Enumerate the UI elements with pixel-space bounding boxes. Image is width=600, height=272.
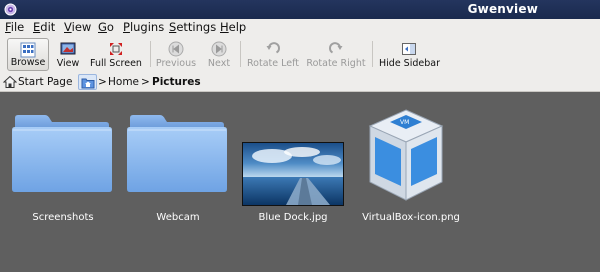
main-toolbar: Browse View Full Screen Previous Next Ro… <box>0 36 600 73</box>
window-title: Gwenview <box>467 2 538 16</box>
menu-help[interactable]: Help <box>220 20 246 34</box>
menu-go[interactable]: Go <box>98 20 114 34</box>
previous-button[interactable]: Previous <box>154 38 198 71</box>
menubar: File Edit View Go Plugins Settings Help <box>0 19 600 36</box>
full-screen-button[interactable]: Full Screen <box>88 38 144 71</box>
view-image-icon <box>60 42 76 55</box>
blue-dock-image <box>242 142 344 206</box>
breadcrumb-current[interactable]: Pictures <box>152 76 201 88</box>
breadcrumb-home[interactable]: Home <box>108 76 139 88</box>
rotate-right-icon <box>329 42 343 54</box>
start-page-link[interactable]: Start Page <box>18 76 72 88</box>
next-icon <box>211 41 227 57</box>
toolbar-separator <box>150 41 151 67</box>
thumbnail-caption: VirtualBox-icon.png <box>362 212 460 223</box>
folder-icon <box>127 115 227 192</box>
places-button[interactable] <box>78 74 97 90</box>
home-folder-icon <box>81 78 95 89</box>
thumbnail-caption: Webcam <box>156 212 200 223</box>
toolbar-separator <box>240 41 241 67</box>
rotate-left-button[interactable]: Rotate Left <box>245 38 301 71</box>
menu-settings[interactable]: Settings <box>169 20 216 34</box>
virtualbox-icon: VM <box>368 109 444 201</box>
menu-view[interactable]: View <box>64 20 91 34</box>
toolbar-separator <box>372 41 373 67</box>
home-icon <box>3 75 17 88</box>
full-screen-icon <box>110 43 122 55</box>
next-button[interactable]: Next <box>204 38 234 71</box>
browse-button[interactable]: Browse <box>7 38 49 71</box>
rotate-right-button[interactable]: Rotate Right <box>306 38 366 71</box>
thumbnail-item[interactable]: Screenshots <box>8 114 118 234</box>
menu-edit[interactable]: Edit <box>33 20 55 34</box>
menu-plugins[interactable]: Plugins <box>123 20 164 34</box>
thumbnail-view[interactable]: Screenshots Webcam Blue Dock.jpg VM Virt… <box>0 92 600 272</box>
window-titlebar[interactable]: Gwenview <box>0 0 600 19</box>
breadcrumb-separator: > <box>98 76 107 88</box>
thumbnail-item[interactable]: Webcam <box>123 114 233 234</box>
hide-sidebar-button[interactable]: Hide Sidebar <box>379 38 440 71</box>
rotate-left-icon <box>266 42 280 54</box>
thumbnail-caption: Screenshots <box>32 212 94 223</box>
thumbnail-item[interactable]: Blue Dock.jpg <box>238 114 348 234</box>
folder-icon <box>12 115 112 192</box>
thumbnail-item[interactable]: VM VirtualBox-icon.png <box>356 108 466 228</box>
browse-icon <box>20 42 36 58</box>
breadcrumb-separator: > <box>141 76 150 88</box>
hide-sidebar-icon <box>402 43 416 55</box>
previous-icon <box>168 41 184 57</box>
gwenview-app-icon[interactable] <box>4 3 17 16</box>
svg-text:VM: VM <box>400 119 409 126</box>
view-button[interactable]: View <box>53 38 83 71</box>
location-bar: Start Page > Home > Pictures <box>0 73 600 92</box>
menu-file[interactable]: File <box>5 20 24 34</box>
thumbnail-caption: Blue Dock.jpg <box>258 212 328 223</box>
